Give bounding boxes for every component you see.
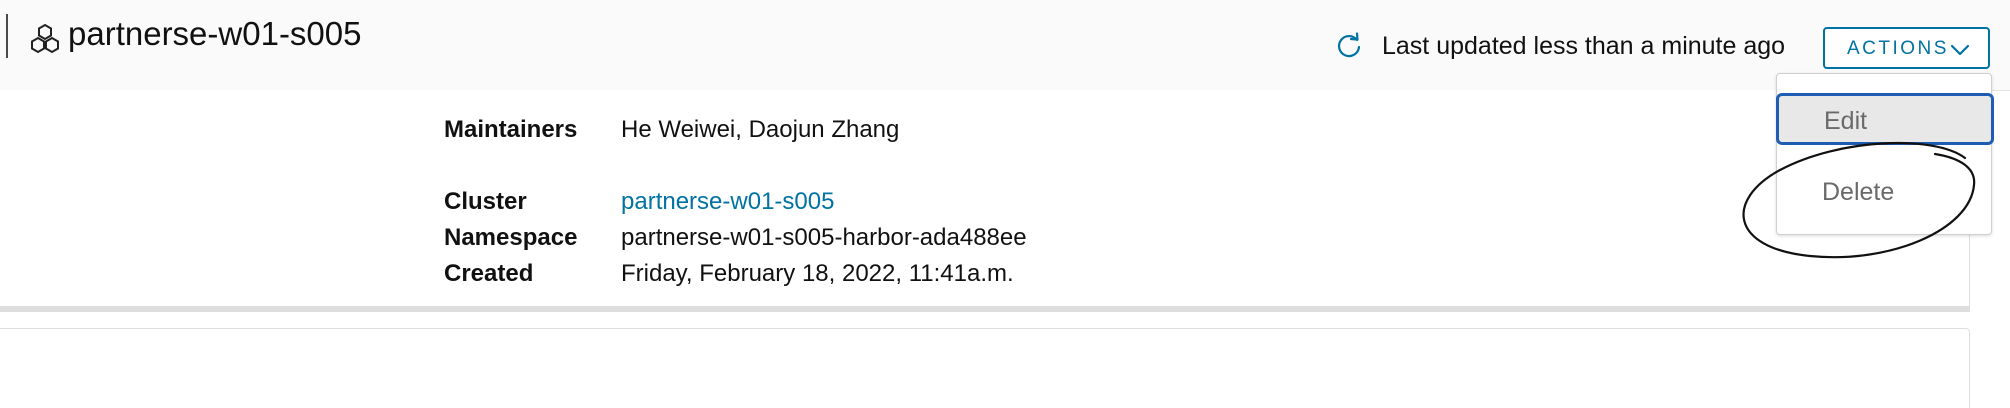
maintainers-value: He Weiwei, Daojun Zhang xyxy=(621,116,900,143)
menu-item-delete[interactable]: Delete xyxy=(1777,169,1991,219)
cluster-label: Cluster xyxy=(444,188,527,215)
content-card xyxy=(0,328,1970,408)
last-updated-text: Last updated less than a minute ago xyxy=(1382,32,1786,60)
actions-button[interactable]: ACTIONS xyxy=(1823,27,1990,69)
page-title: partnerse-w01-s005 xyxy=(68,15,362,52)
namespace-label: Namespace xyxy=(444,224,578,251)
refresh-icon[interactable] xyxy=(1335,32,1363,60)
cluster-link[interactable]: partnerse-w01-s005 xyxy=(621,187,834,217)
page: partnerse-w01-s005 Last updated less tha… xyxy=(0,0,2010,408)
details-card: Maintainers He Weiwei, Daojun Zhang Clus… xyxy=(0,90,1970,312)
namespace-value: partnerse-w01-s005-harbor-ada488ee xyxy=(621,224,1027,251)
actions-dropdown-menu: Edit Delete xyxy=(1776,73,1994,235)
page-header: partnerse-w01-s005 Last updated less tha… xyxy=(0,0,2010,91)
actions-button-label: ACTIONS xyxy=(1847,38,1949,59)
created-label: Created xyxy=(444,260,534,287)
menu-item-edit[interactable]: Edit xyxy=(1776,93,1994,145)
header-divider xyxy=(6,14,8,58)
maintainers-label: Maintainers xyxy=(444,116,578,143)
created-value: Friday, February 18, 2022, 11:41a.m. xyxy=(621,260,1014,287)
cluster-hexagons-icon xyxy=(31,23,59,54)
chevron-down-icon xyxy=(1950,44,1970,56)
